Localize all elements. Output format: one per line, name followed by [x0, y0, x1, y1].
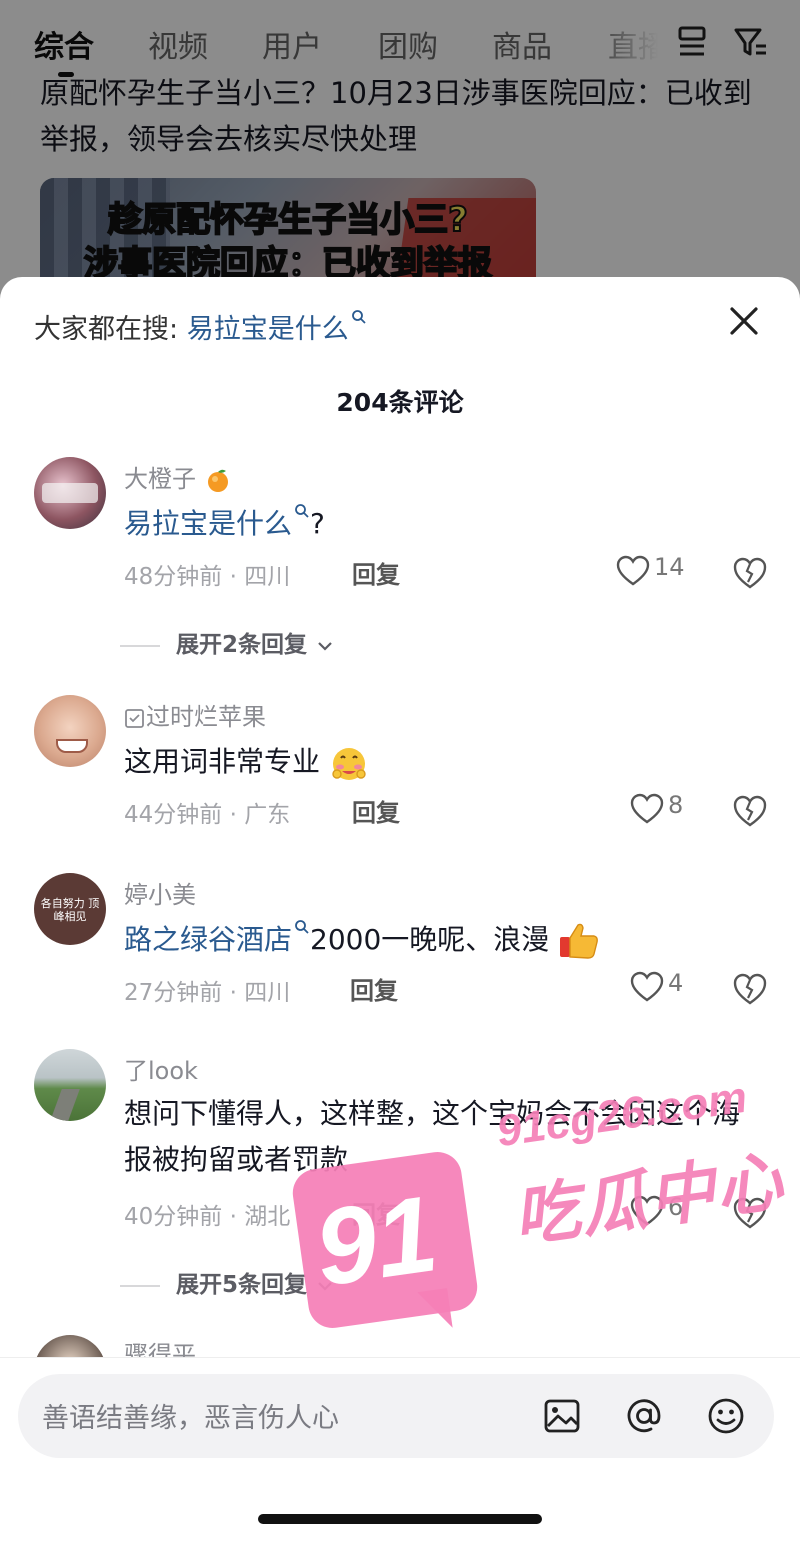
comment-text-body: ?: [310, 507, 325, 540]
trending-search-query[interactable]: 易拉宝是什么: [187, 314, 349, 345]
commenter-name[interactable]: 大橙子: [124, 459, 232, 494]
comment-input-placeholder: 善语结善缘，恶言伤人心: [42, 1403, 339, 1434]
like-count: 14: [654, 553, 685, 581]
comment-text: 这用词非常专业: [124, 739, 764, 785]
comment-meta: 48分钟前 · 四川: [124, 564, 291, 590]
avatar[interactable]: [34, 457, 106, 529]
like-count: 4: [668, 969, 684, 997]
commenter-name[interactable]: 过时烂苹果: [124, 697, 266, 732]
comment-sheet: 大家都在搜: 易拉宝是什么 204条评论 大橙子 易拉宝是什么? 48分钟前 ·…: [0, 277, 800, 1542]
commenter-name-text: 大橙子: [124, 465, 196, 493]
reply-button[interactable]: 回复: [352, 555, 400, 590]
search-icon: [295, 504, 309, 518]
comment-input[interactable]: 善语结善缘，恶言伤人心: [18, 1374, 774, 1458]
expand-replies[interactable]: 展开2条回复: [120, 625, 335, 659]
commenter-name[interactable]: 了look: [124, 1051, 198, 1086]
divider: [120, 1284, 160, 1287]
blushing-emoji-icon: [332, 748, 366, 780]
like-button[interactable]: 4: [630, 969, 710, 1005]
comment-text-body: 2000一晚呢、浪漫: [310, 923, 550, 956]
reply-button[interactable]: 回复: [352, 793, 400, 828]
watermark: 91 91cg26.com 吃瓜中心: [289, 1070, 789, 1340]
commenter-name[interactable]: 婷小美: [124, 875, 196, 910]
avatar-text: 各自努力 顶峰相见: [40, 897, 100, 923]
comment-meta: 27分钟前 · 四川: [124, 980, 291, 1006]
search-icon: [295, 920, 309, 934]
dislike-icon[interactable]: [732, 793, 768, 829]
avatar[interactable]: 各自努力 顶峰相见: [34, 873, 106, 945]
reply-button[interactable]: 回复: [350, 971, 398, 1006]
comment-text-body: 这用词非常专业: [124, 745, 321, 778]
like-count: 8: [668, 791, 684, 819]
comment-search-link[interactable]: 易拉宝是什么: [124, 507, 292, 540]
avatar[interactable]: [34, 1049, 106, 1121]
comment-text: 易拉宝是什么?: [124, 501, 764, 547]
comment-count: 204条评论: [336, 388, 464, 417]
trending-search-label: 大家都在搜:: [34, 314, 179, 345]
comment-meta: 40分钟前 · 湖北: [124, 1204, 291, 1230]
trending-search[interactable]: 大家都在搜: 易拉宝是什么: [34, 307, 367, 346]
watermark-number: 91: [308, 1172, 444, 1309]
comment-meta: 44分钟前 · 广东: [124, 802, 291, 828]
thumbs-up-icon: [560, 923, 599, 959]
heart-icon: [630, 971, 664, 1002]
search-icon: [351, 310, 366, 324]
chevron-down-icon: [318, 641, 332, 651]
commenter-name-text: 过时烂苹果: [146, 703, 266, 731]
avatar[interactable]: [34, 695, 106, 767]
home-indicator[interactable]: [258, 1514, 542, 1524]
like-button[interactable]: 14: [616, 553, 696, 589]
comment-input-bar: 善语结善缘，恶言伤人心: [0, 1357, 800, 1542]
checkbox-icon: [125, 709, 144, 728]
orange-emoji-icon: [207, 469, 228, 492]
expand-replies-label: 展开2条回复: [176, 632, 308, 658]
mention-icon[interactable]: [622, 1394, 666, 1438]
close-icon[interactable]: [722, 299, 766, 343]
like-button[interactable]: 8: [630, 791, 710, 827]
comment-text: 路之绿谷酒店 2000一晚呢、浪漫: [124, 917, 764, 963]
comment-search-link[interactable]: 路之绿谷酒店: [124, 923, 292, 956]
emoji-icon[interactable]: [704, 1394, 748, 1438]
image-icon[interactable]: [540, 1394, 584, 1438]
expand-replies-label: 展开5条回复: [176, 1272, 308, 1298]
divider: [120, 644, 160, 647]
heart-icon: [630, 793, 664, 824]
dislike-icon[interactable]: [732, 555, 768, 591]
dislike-icon[interactable]: [732, 971, 768, 1007]
heart-icon: [616, 555, 650, 586]
